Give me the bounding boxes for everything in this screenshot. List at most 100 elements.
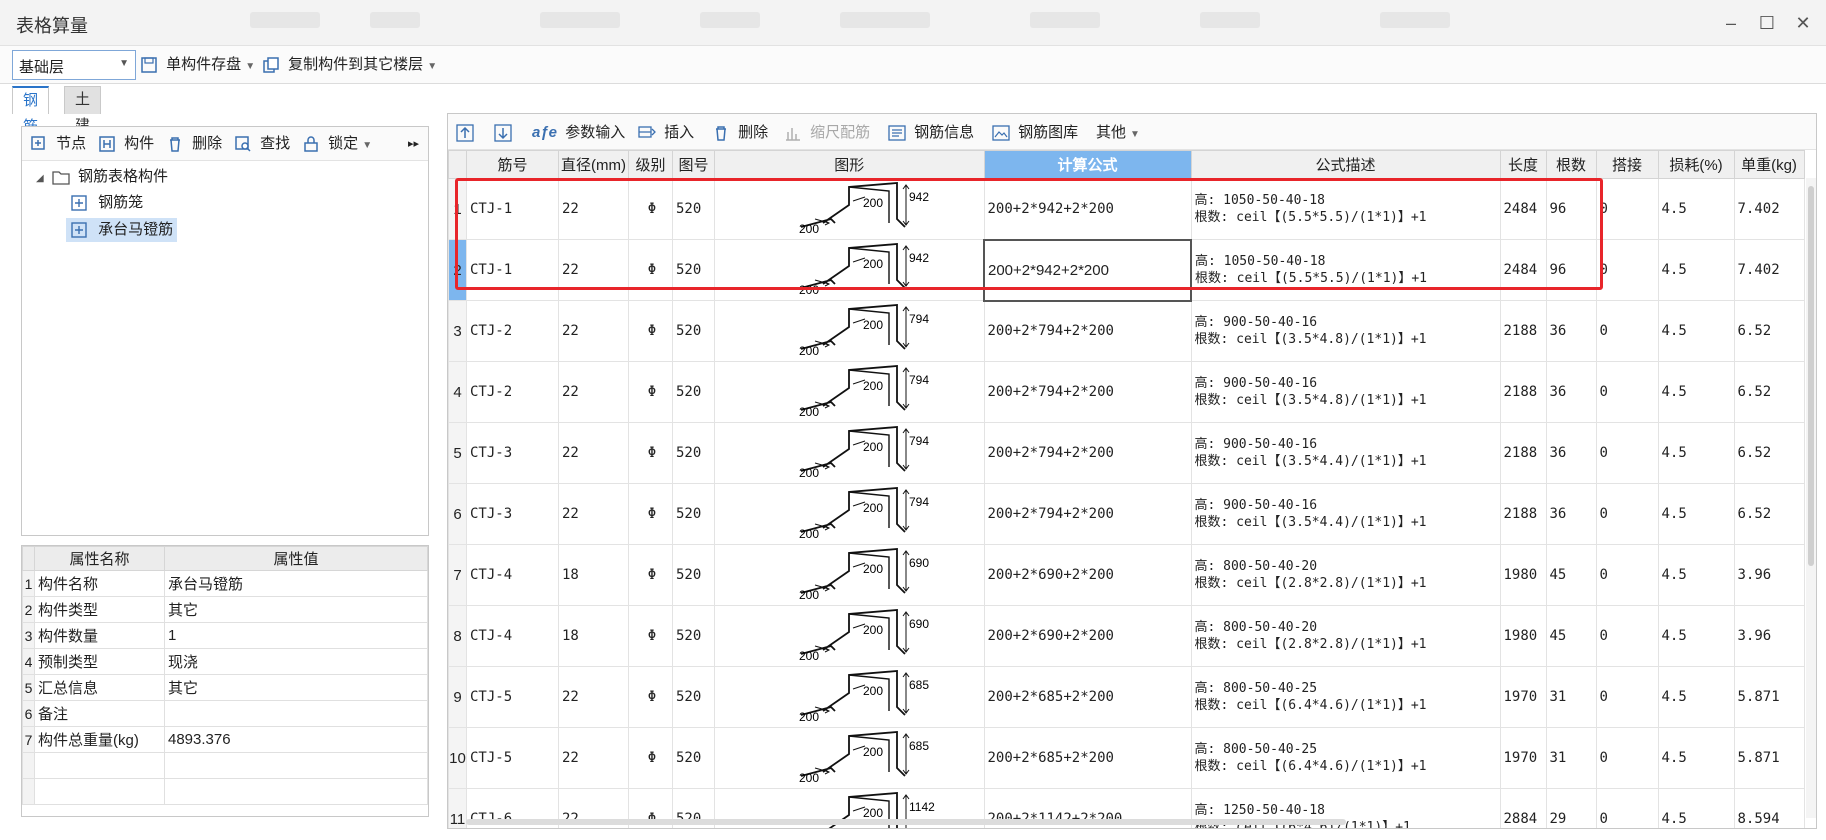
table-row[interactable]: 8 CTJ-4 18 Φ 520 200 200 690 200+2*690+2*200 高: 8… xyxy=(448,605,1805,667)
cell-unit-weight[interactable]: 6.52 xyxy=(1733,422,1805,484)
row-number[interactable]: 10 xyxy=(448,727,467,789)
cell-grade[interactable]: Φ xyxy=(628,422,673,484)
cell-formula-desc[interactable]: 高: 900-50-40-16 根数: ceil【(3.5*4.8)/(1*1)】… xyxy=(1190,300,1501,362)
property-row[interactable]: 1 构件名称 承台马镫筋 xyxy=(22,570,428,597)
cell-count[interactable]: 45 xyxy=(1545,544,1597,606)
cell-grade[interactable]: Φ xyxy=(628,361,673,423)
cell-shape[interactable]: 200 200 685 xyxy=(714,727,985,789)
cell-formula-desc[interactable]: 高: 1050-50-40-18 根数: ceil【(5.5*5.5)/(1*1)… xyxy=(1190,239,1501,301)
scrollbar-thumb[interactable] xyxy=(466,819,1346,825)
cell-count[interactable]: 36 xyxy=(1545,300,1597,362)
cell-lap[interactable]: 0 xyxy=(1595,727,1659,789)
cell-unit-weight[interactable]: 6.52 xyxy=(1733,300,1805,362)
prop-value[interactable]: 其它 xyxy=(164,674,428,701)
cell-figure-no[interactable]: 520 xyxy=(672,361,715,423)
cell-formula[interactable]: 200+2*794+2*200 xyxy=(983,483,1192,545)
cell-length[interactable]: 1980 xyxy=(1499,605,1547,667)
cell-diameter[interactable]: 18 xyxy=(558,544,629,606)
rebar-library-button[interactable]: 钢筋图库 xyxy=(992,122,1078,144)
cell-bar-no[interactable]: CTJ-5 xyxy=(466,666,559,728)
cell-formula[interactable]: 200+2*794+2*200 xyxy=(983,300,1192,362)
cell-unit-weight[interactable]: 3.96 xyxy=(1733,544,1805,606)
cell-length[interactable]: 2188 xyxy=(1499,422,1547,484)
cell-diameter[interactable]: 18 xyxy=(558,605,629,667)
maximize-button[interactable]: ☐ xyxy=(1750,8,1784,38)
cell-formula-desc[interactable]: 高: 900-50-40-16 根数: ceil【(3.5*4.4)/(1*1)】… xyxy=(1190,483,1501,545)
cell-length[interactable]: 1970 xyxy=(1499,666,1547,728)
property-row[interactable]: 2 构件类型 其它 xyxy=(22,596,428,623)
cell-formula-desc[interactable]: 高: 800-50-40-25 根数: ceil【(6.4*4.6)/(1*1)】… xyxy=(1190,666,1501,728)
cell-diameter[interactable]: 22 xyxy=(558,239,629,301)
table-row[interactable]: 6 CTJ-3 22 Φ 520 200 200 794 200+2*794+2*200 高: 9… xyxy=(448,483,1805,545)
cell-shape[interactable]: 200 200 685 xyxy=(714,666,985,728)
cell-formula-desc[interactable]: 高: 800-50-40-20 根数: ceil【(2.8*2.8)/(1*1)】… xyxy=(1190,605,1501,667)
cell-loss[interactable]: 4.5 xyxy=(1657,422,1735,484)
cell-length[interactable]: 2188 xyxy=(1499,483,1547,545)
cell-bar-no[interactable]: CTJ-3 xyxy=(466,422,559,484)
table-row[interactable]: 9 CTJ-5 22 Φ 520 200 200 685 200+2*685+2*200 高: 8… xyxy=(448,666,1805,728)
cell-length[interactable]: 2484 xyxy=(1499,239,1547,301)
cell-lap[interactable]: 0 xyxy=(1595,300,1659,362)
cell-loss[interactable]: 4.5 xyxy=(1657,483,1735,545)
column-header-length[interactable]: 长度 xyxy=(1499,150,1547,179)
cell-figure-no[interactable]: 520 xyxy=(672,727,715,789)
cell-diameter[interactable]: 22 xyxy=(558,483,629,545)
tab-rebar[interactable]: 钢筋 xyxy=(12,86,50,135)
cell-lap[interactable]: 0 xyxy=(1595,178,1659,240)
vertical-scrollbar[interactable] xyxy=(1806,178,1816,818)
cell-diameter[interactable]: 22 xyxy=(558,422,629,484)
cell-formula-desc[interactable]: 高: 1050-50-40-18 根数: ceil【(5.5*5.5)/(1*1)… xyxy=(1190,178,1501,240)
scale-rebar-button[interactable]: 缩尺配筋 xyxy=(784,122,870,144)
move-down-button[interactable] xyxy=(494,122,516,144)
cell-grade[interactable]: Φ xyxy=(628,544,673,606)
cell-formula[interactable]: 200+2*794+2*200 xyxy=(983,361,1192,423)
row-number[interactable]: 9 xyxy=(448,666,467,728)
cell-formula-desc[interactable]: 高: 900-50-40-16 根数: ceil【(3.5*4.4)/(1*1)】… xyxy=(1190,422,1501,484)
cell-lap[interactable]: 0 xyxy=(1595,239,1659,301)
find-button[interactable]: 查找 xyxy=(234,133,290,155)
column-header-formula[interactable]: 计算公式 xyxy=(983,150,1192,179)
cell-grade[interactable]: Φ xyxy=(628,239,673,301)
tab-civil[interactable]: 土建 xyxy=(64,86,102,134)
cell-figure-no[interactable]: 520 xyxy=(672,422,715,484)
scrollbar-thumb[interactable] xyxy=(1808,186,1814,566)
cell-shape[interactable]: 200 200 794 xyxy=(714,361,985,423)
cell-loss[interactable]: 4.5 xyxy=(1657,605,1735,667)
row-number[interactable]: 2 xyxy=(448,239,467,301)
cell-length[interactable]: 2188 xyxy=(1499,300,1547,362)
delete-component-button[interactable]: 删除 xyxy=(166,133,222,155)
cell-unit-weight[interactable]: 3.96 xyxy=(1733,605,1805,667)
cell-shape[interactable]: 200 200 690 xyxy=(714,544,985,606)
cell-bar-no[interactable]: CTJ-3 xyxy=(466,483,559,545)
cell-diameter[interactable]: 22 xyxy=(558,300,629,362)
cell-figure-no[interactable]: 520 xyxy=(672,239,715,301)
cell-grade[interactable]: Φ xyxy=(628,666,673,728)
cell-formula[interactable]: 200+2*690+2*200 xyxy=(983,605,1192,667)
cell-loss[interactable]: 4.5 xyxy=(1657,544,1735,606)
cell-length[interactable]: 1980 xyxy=(1499,544,1547,606)
table-row[interactable]: 7 CTJ-4 18 Φ 520 200 200 690 200+2*690+2*200 高: 8… xyxy=(448,544,1805,606)
cell-formula[interactable]: 200+2*685+2*200 xyxy=(983,727,1192,789)
cell-shape[interactable]: 200 200 794 xyxy=(714,300,985,362)
cell-figure-no[interactable]: 520 xyxy=(672,483,715,545)
cell-shape[interactable]: 200 200 690 xyxy=(714,605,985,667)
cell-unit-weight[interactable]: 7.402 xyxy=(1733,178,1805,240)
cell-count[interactable]: 36 xyxy=(1545,483,1597,545)
table-row[interactable]: 1 CTJ-1 22 Φ 520 200 200 942 200+2*942+2*200 高: 1… xyxy=(448,178,1805,240)
row-number[interactable]: 7 xyxy=(448,544,467,606)
cell-count[interactable]: 31 xyxy=(1545,727,1597,789)
move-up-button[interactable] xyxy=(456,122,478,144)
column-header-unit-weight[interactable]: 单重(kg) xyxy=(1733,150,1805,179)
add-node-button[interactable]: 节点 xyxy=(30,133,86,155)
cell-count[interactable]: 36 xyxy=(1545,361,1597,423)
copy-to-floor-button[interactable]: 复制构件到其它楼层 ▼ xyxy=(262,52,437,78)
tree-root[interactable]: ◢ 钢筋表格构件 xyxy=(36,165,168,189)
cell-unit-weight[interactable]: 5.871 xyxy=(1733,666,1805,728)
cell-lap[interactable]: 0 xyxy=(1595,544,1659,606)
cell-bar-no[interactable]: CTJ-1 xyxy=(466,178,559,240)
cell-lap[interactable]: 0 xyxy=(1595,422,1659,484)
cell-lap[interactable]: 0 xyxy=(1595,605,1659,667)
cell-formula[interactable]: 200+2*942+2*200 xyxy=(983,238,1192,302)
cell-loss[interactable]: 4.5 xyxy=(1657,178,1735,240)
row-number[interactable]: 4 xyxy=(448,361,467,423)
